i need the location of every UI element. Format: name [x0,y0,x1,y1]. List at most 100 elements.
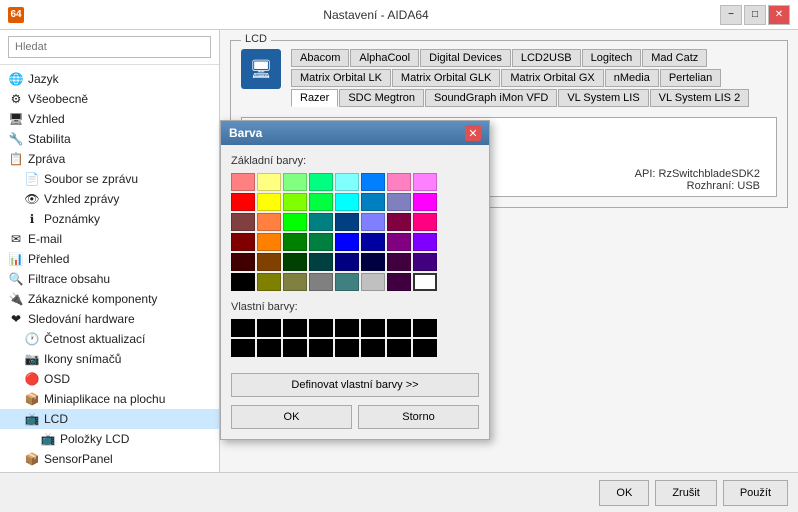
tab-sdc-megtron[interactable]: SDC Megtron [339,89,424,107]
tab-logitech[interactable]: Logitech [582,49,642,67]
custom-color-cell[interactable] [283,339,307,357]
tab-pertelian[interactable]: Pertelian [660,69,721,87]
basic-color-cell[interactable] [283,253,307,271]
basic-color-cell[interactable] [361,213,385,231]
custom-color-cell[interactable] [231,319,255,337]
custom-color-cell[interactable] [231,339,255,357]
basic-color-cell[interactable] [309,213,333,231]
basic-color-cell[interactable] [335,273,359,291]
tab-razer[interactable]: Razer [291,89,338,107]
basic-color-cell[interactable] [387,253,411,271]
basic-color-cell[interactable] [387,233,411,251]
custom-color-cell[interactable] [413,339,437,357]
custom-color-cell[interactable] [387,339,411,357]
cancel-button[interactable]: Zrušit [655,480,717,506]
sidebar-item-soubor-se-zprávu[interactable]: 📄Soubor se zprávu [0,169,219,189]
basic-color-cell[interactable] [231,233,255,251]
tab-matrix-orbital-gx[interactable]: Matrix Orbital GX [501,69,603,87]
custom-color-cell[interactable] [413,319,437,337]
maximize-button[interactable]: □ [744,5,766,25]
custom-color-cell[interactable] [309,339,333,357]
basic-color-cell[interactable] [283,233,307,251]
sidebar-item-položky-lcd[interactable]: 📺Položky LCD [0,429,219,449]
custom-color-cell[interactable] [257,339,281,357]
basic-color-cell[interactable] [231,213,255,231]
basic-color-cell[interactable] [335,233,359,251]
sidebar-item-osd[interactable]: 🔴OSD [0,369,219,389]
custom-color-cell[interactable] [335,319,359,337]
sidebar-item-zákaznické-komponenty[interactable]: 🔌Zákaznické komponenty [0,289,219,309]
basic-color-cell[interactable] [413,193,437,211]
basic-color-cell[interactable] [335,193,359,211]
basic-color-cell[interactable] [361,173,385,191]
basic-color-cell[interactable] [231,253,255,271]
basic-color-cell[interactable] [309,233,333,251]
custom-color-cell[interactable] [361,319,385,337]
basic-color-cell[interactable] [335,213,359,231]
basic-color-cell[interactable] [361,233,385,251]
basic-color-cell[interactable] [413,253,437,271]
tab-vl-system-lis-2[interactable]: VL System LIS 2 [650,89,750,107]
sidebar-item-vzhled-zprávy[interactable]: 👁Vzhled zprávy [0,189,219,209]
basic-color-cell[interactable] [335,173,359,191]
tab-abacom[interactable]: Abacom [291,49,349,67]
custom-color-cell[interactable] [361,339,385,357]
tab-digital-devices[interactable]: Digital Devices [420,49,511,67]
tab-soundgraph-imon-vfd[interactable]: SoundGraph iMon VFD [425,89,557,107]
tab-mad-catz[interactable]: Mad Catz [642,49,707,67]
sidebar-item-přehled[interactable]: 📊Přehled [0,249,219,269]
sidebar-item-četnost-aktualizací[interactable]: 🕐Četnost aktualizací [0,329,219,349]
sidebar-item-jazyk[interactable]: 🌐Jazyk [0,69,219,89]
basic-color-cell[interactable] [257,273,281,291]
tab-alphacool[interactable]: AlphaCool [350,49,419,67]
sidebar-item-protokolování[interactable]: 📝Protokolování [0,469,219,472]
sidebar-item-lcd[interactable]: 📺LCD [0,409,219,429]
custom-color-cell[interactable] [257,319,281,337]
tab-lcd2usb[interactable]: LCD2USB [512,49,581,67]
tab-vl-system-lis[interactable]: VL System LIS [558,89,648,107]
basic-color-cell[interactable] [283,273,307,291]
basic-color-cell[interactable] [335,253,359,271]
sidebar-item-všeobecně[interactable]: ⚙Všeobecně [0,89,219,109]
custom-color-cell[interactable] [283,319,307,337]
dialog-ok-button[interactable]: OK [231,405,352,429]
basic-color-cell[interactable] [283,193,307,211]
sidebar-item-miniaplikace-na-plochu[interactable]: 📦Miniaplikace na plochu [0,389,219,409]
basic-color-cell[interactable] [231,173,255,191]
basic-color-cell[interactable] [283,213,307,231]
define-custom-button[interactable]: Definovat vlastní barvy >> [231,373,479,397]
custom-color-cell[interactable] [387,319,411,337]
tab-matrix-orbital-lk[interactable]: Matrix Orbital LK [291,69,391,87]
dialog-cancel-button[interactable]: Storno [358,405,479,429]
basic-color-cell[interactable] [257,253,281,271]
basic-color-cell[interactable] [231,273,255,291]
basic-color-cell[interactable] [257,213,281,231]
sidebar-item-filtrace-obsahu[interactable]: 🔍Filtrace obsahu [0,269,219,289]
tab-nmedia[interactable]: nMedia [605,69,659,87]
sidebar-item-stabilita[interactable]: 🔧Stabilita [0,129,219,149]
basic-color-cell[interactable] [231,193,255,211]
basic-color-cell[interactable] [257,233,281,251]
close-button[interactable]: ✕ [768,5,790,25]
color-dialog[interactable]: Barva ✕ Základní barvy: Vlastní barvy: D… [220,120,490,440]
basic-color-cell[interactable] [309,173,333,191]
ok-button[interactable]: OK [599,480,649,506]
basic-color-cell[interactable] [257,193,281,211]
tab-matrix-orbital-glk[interactable]: Matrix Orbital GLK [392,69,500,87]
basic-color-cell[interactable] [387,193,411,211]
basic-color-cell[interactable] [387,273,411,291]
basic-color-cell[interactable] [387,213,411,231]
basic-color-cell[interactable] [413,233,437,251]
sidebar-item-sensorpanel[interactable]: 📦SensorPanel [0,449,219,469]
search-input[interactable] [8,36,211,58]
custom-color-cell[interactable] [335,339,359,357]
basic-color-cell[interactable] [309,253,333,271]
basic-color-cell[interactable] [309,193,333,211]
sidebar-item-sledování-hardware[interactable]: ❤Sledování hardware [0,309,219,329]
basic-color-cell[interactable] [413,273,437,291]
basic-color-cell[interactable] [361,193,385,211]
sidebar-item-ikony-snímačů[interactable]: 📷Ikony snímačů [0,349,219,369]
basic-color-cell[interactable] [309,273,333,291]
sidebar-item-poznámky[interactable]: ℹPoznámky [0,209,219,229]
sidebar-item-zpráva[interactable]: 📋Zpráva [0,149,219,169]
